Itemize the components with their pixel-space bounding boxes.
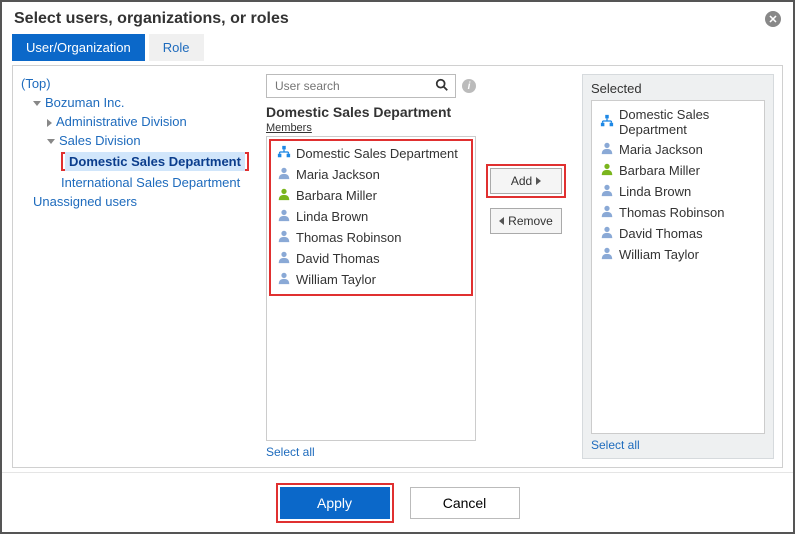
list-item[interactable]: Barbara Miller [273,185,469,206]
list-item[interactable]: Maria Jackson [596,139,760,160]
chevron-right-icon [536,177,541,185]
list-item-label: Barbara Miller [296,188,377,203]
add-button[interactable]: Add [490,168,562,194]
tree-domestic-sales[interactable]: Domestic Sales Department [65,152,245,171]
chevron-right-icon[interactable] [47,119,52,127]
dialog: Select users, organizations, or roles ✕ … [0,0,795,534]
close-icon[interactable]: ✕ [765,11,781,27]
selected-list: Domestic Sales Department Maria Jackson Ba… [591,100,765,434]
search-input[interactable] [273,78,435,94]
list-item-label: William Taylor [296,272,376,287]
members-subtitle: Members [266,122,476,134]
list-item[interactable]: David Thomas [273,248,469,269]
selected-panel: Selected Domestic Sales Department Maria … [582,74,774,459]
list-item-label: Linda Brown [619,184,691,199]
user-icon [600,225,614,242]
list-item[interactable]: Thomas Robinson [596,202,760,223]
list-item-label: Maria Jackson [619,142,703,157]
user-icon [277,208,291,225]
members-title: Domestic Sales Department [266,104,476,120]
list-item-label: William Taylor [619,247,699,262]
user-icon [600,204,614,221]
list-item-label: David Thomas [619,226,703,241]
cancel-button[interactable]: Cancel [410,487,520,519]
chevron-left-icon [499,217,504,225]
list-item[interactable]: Thomas Robinson [273,227,469,248]
apply-button[interactable]: Apply [280,487,390,519]
dialog-body: (Top) Bozuman Inc. Administrative Divisi… [12,65,783,468]
list-item-label: Thomas Robinson [296,230,402,245]
tree-sales-division[interactable]: Sales Division [59,133,141,148]
tab-bar: User/Organization Role [2,32,793,61]
user-icon [277,271,291,288]
org-icon [277,145,291,162]
search-icon[interactable] [435,78,449,95]
add-button-label: Add [511,174,532,188]
user-icon [277,250,291,267]
user-icon [277,229,291,246]
org-icon [600,114,614,131]
list-item[interactable]: David Thomas [596,223,760,244]
tree-international-sales[interactable]: International Sales Department [61,175,240,190]
remove-button-label: Remove [508,214,553,228]
search-box [266,74,456,98]
dialog-title: Select users, organizations, or roles [14,10,289,28]
tree-top[interactable]: (Top) [21,76,51,91]
transfer-buttons: Add Remove [476,74,576,459]
list-item[interactable]: Domestic Sales Department [596,105,760,139]
highlight: Domestic Sales Department Maria Jackson Ba… [269,139,473,296]
user-icon [600,162,614,179]
user-icon [600,141,614,158]
list-item-label: Barbara Miller [619,163,700,178]
search-row: i [266,74,476,98]
dialog-header: Select users, organizations, or roles ✕ [2,2,793,32]
list-item[interactable]: William Taylor [273,269,469,290]
list-item-label: Domestic Sales Department [296,146,458,161]
chevron-down-icon[interactable] [33,101,41,106]
selected-select-all[interactable]: Select all [591,438,765,452]
user-icon [600,246,614,263]
tree-org[interactable]: Bozuman Inc. [45,95,125,110]
user-icon [277,187,291,204]
tab-role[interactable]: Role [149,34,204,61]
list-item-label: Maria Jackson [296,167,380,182]
list-item[interactable]: Linda Brown [596,181,760,202]
list-item-label: Domestic Sales Department [619,107,756,137]
tree-admin-division[interactable]: Administrative Division [56,114,187,129]
chevron-down-icon[interactable] [47,139,55,144]
list-item-label: David Thomas [296,251,380,266]
highlight: Domestic Sales Department [61,152,249,171]
tab-user-organization[interactable]: User/Organization [12,34,145,61]
list-item[interactable]: William Taylor [596,244,760,265]
selected-title: Selected [591,81,765,96]
tree-unassigned[interactable]: Unassigned users [33,194,137,209]
list-item[interactable]: Linda Brown [273,206,469,227]
highlight: Add [486,164,566,198]
org-tree: (Top) Bozuman Inc. Administrative Divisi… [21,74,266,459]
members-panel: i Domestic Sales Department Members Dome… [266,74,476,459]
list-item[interactable]: Barbara Miller [596,160,760,181]
list-item[interactable]: Maria Jackson [273,164,469,185]
user-icon [600,183,614,200]
dialog-footer: Apply Cancel [2,472,793,532]
list-item[interactable]: Domestic Sales Department [273,143,469,164]
members-select-all[interactable]: Select all [266,445,476,459]
user-icon [277,166,291,183]
info-icon[interactable]: i [462,79,476,93]
remove-button[interactable]: Remove [490,208,562,234]
highlight: Apply [276,483,394,523]
list-item-label: Thomas Robinson [619,205,725,220]
list-item-label: Linda Brown [296,209,368,224]
members-list: Domestic Sales Department Maria Jackson Ba… [266,136,476,441]
